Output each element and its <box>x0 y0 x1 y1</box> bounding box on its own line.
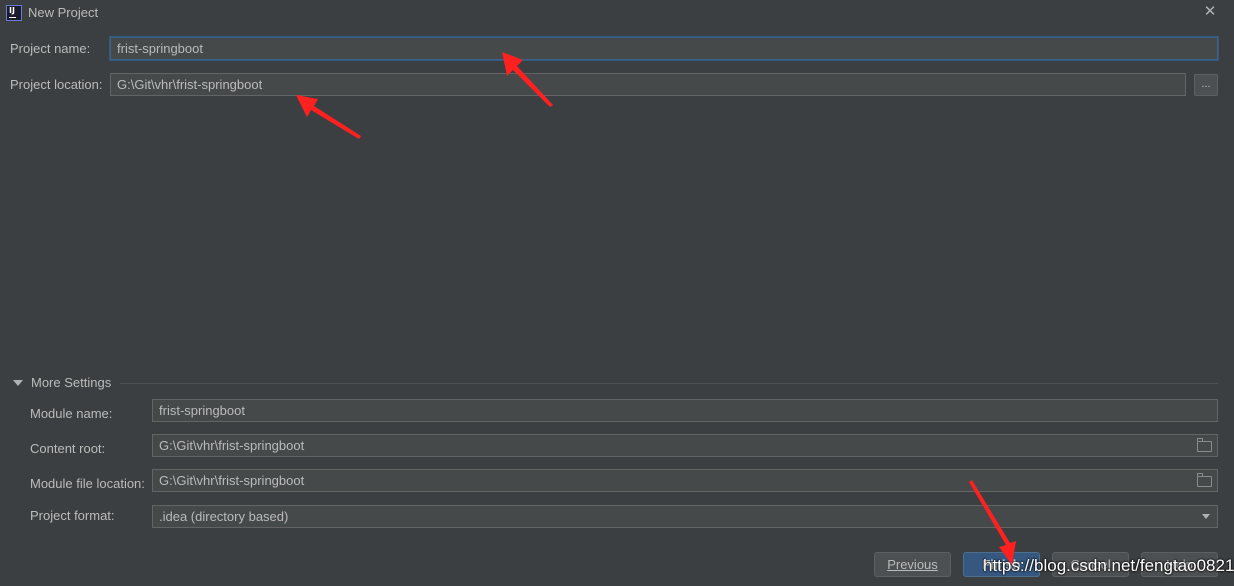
annotation-arrows <box>296 52 1016 565</box>
red-arrow-icon <box>969 480 1016 565</box>
red-arrow-icon <box>296 95 361 139</box>
red-arrow-icon <box>502 52 553 107</box>
